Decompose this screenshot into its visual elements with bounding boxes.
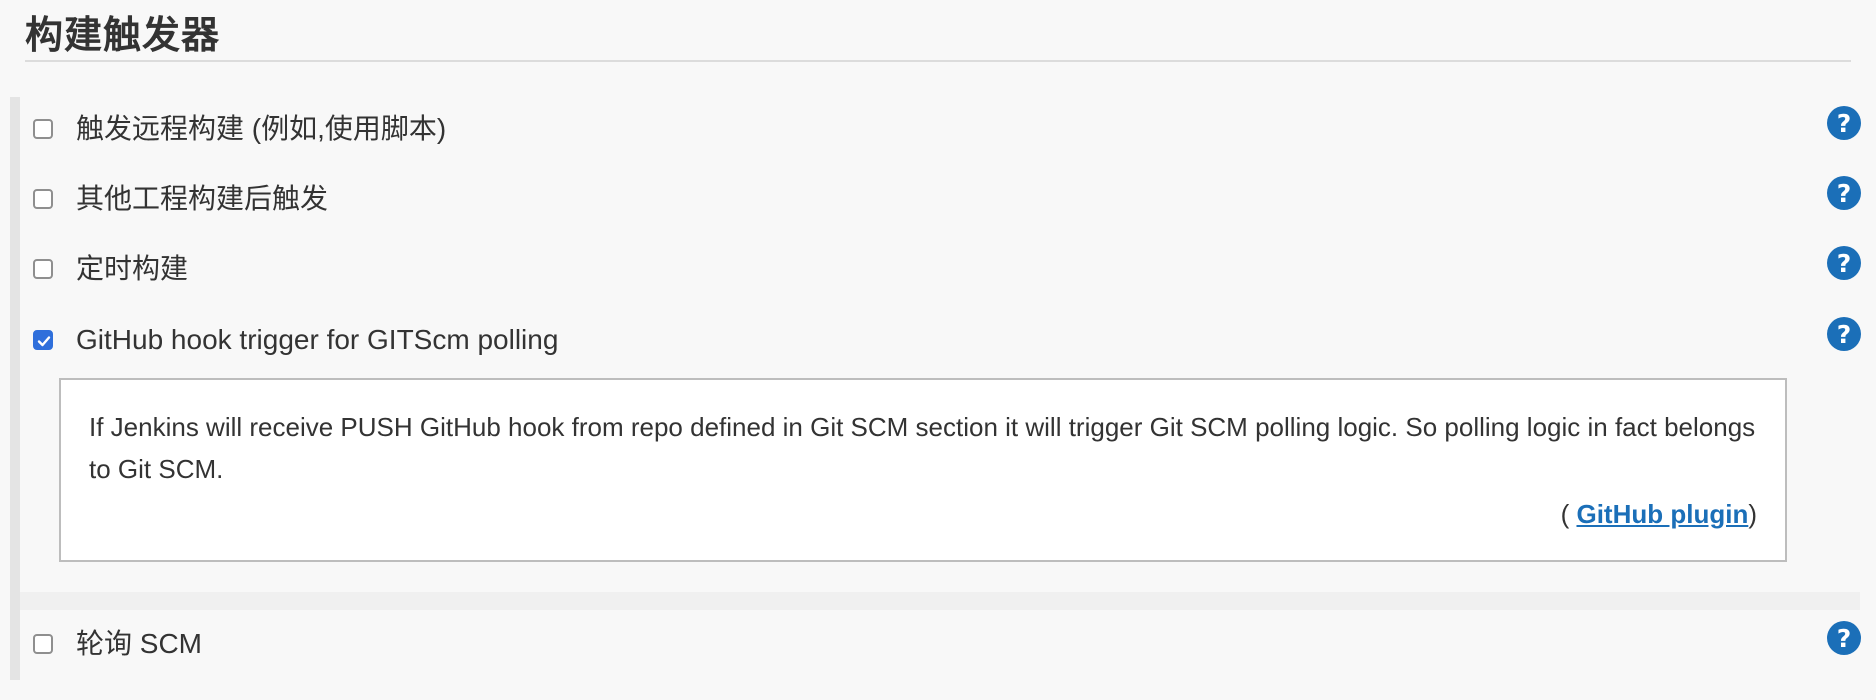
trigger-remote-checkbox[interactable] bbox=[33, 119, 53, 139]
trigger-row-periodic: 定时构建 ? bbox=[20, 246, 1876, 319]
trigger-github-hook-label[interactable]: GitHub hook trigger for GITScm polling bbox=[76, 322, 558, 358]
trigger-upstream-checkbox[interactable] bbox=[33, 189, 53, 209]
trigger-poll-scm-checkbox[interactable] bbox=[33, 634, 53, 654]
trigger-periodic-checkbox[interactable] bbox=[33, 259, 53, 279]
section-title: 构建触发器 bbox=[25, 13, 221, 57]
trigger-row-remote: 触发远程构建 (例如,使用脚本) ? bbox=[20, 106, 1876, 179]
question-circle-icon[interactable]: ? bbox=[1826, 105, 1862, 141]
svg-text:?: ? bbox=[1837, 624, 1852, 653]
github-plugin-link[interactable]: GitHub plugin bbox=[1576, 499, 1748, 529]
build-triggers-section: 构建触发器 触发远程构建 (例如,使用脚本) ? 其他工程构建后触发 ? 定时构… bbox=[0, 0, 1876, 700]
trigger-github-hook-checkbox[interactable] bbox=[33, 330, 53, 350]
trigger-row-poll-scm: 轮询 SCM ? bbox=[20, 621, 1876, 694]
svg-text:?: ? bbox=[1837, 320, 1852, 349]
section-title-divider bbox=[25, 60, 1851, 62]
plugin-prefix: ( bbox=[1560, 499, 1577, 529]
question-circle-icon[interactable]: ? bbox=[1826, 620, 1862, 656]
trigger-periodic-label[interactable]: 定时构建 bbox=[76, 251, 188, 287]
section-indent-bar bbox=[10, 97, 20, 680]
help-panel-text: If Jenkins will receive PUSH GitHub hook… bbox=[89, 412, 1756, 484]
svg-text:?: ? bbox=[1837, 249, 1852, 278]
svg-text:?: ? bbox=[1837, 109, 1852, 138]
checkmark-icon bbox=[37, 336, 51, 347]
question-circle-icon[interactable]: ? bbox=[1826, 316, 1862, 352]
svg-text:?: ? bbox=[1837, 179, 1852, 208]
trigger-row-upstream: 其他工程构建后触发 ? bbox=[20, 176, 1876, 249]
row-separator bbox=[20, 592, 1860, 610]
plugin-suffix: ) bbox=[1748, 499, 1757, 529]
trigger-remote-label[interactable]: 触发远程构建 (例如,使用脚本) bbox=[76, 111, 446, 147]
question-circle-icon[interactable]: ? bbox=[1826, 245, 1862, 281]
trigger-upstream-label[interactable]: 其他工程构建后触发 bbox=[76, 181, 328, 217]
github-hook-help-panel: If Jenkins will receive PUSH GitHub hook… bbox=[59, 378, 1787, 562]
help-panel-plugin-credit: ( GitHub plugin) bbox=[1561, 496, 1757, 532]
trigger-poll-scm-label[interactable]: 轮询 SCM bbox=[76, 626, 202, 662]
question-circle-icon[interactable]: ? bbox=[1826, 175, 1862, 211]
